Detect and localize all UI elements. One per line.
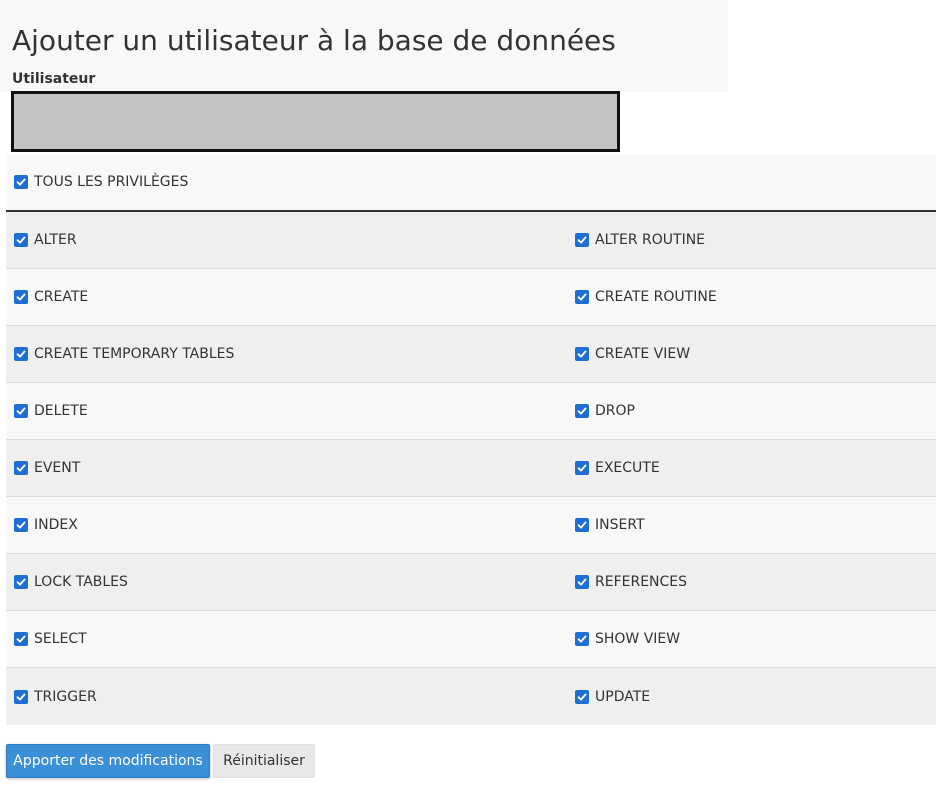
privilege-label: ALTER ROUTINE: [595, 232, 706, 248]
check-icon: [16, 407, 26, 415]
check-icon: [16, 350, 26, 358]
privilege-cell[interactable]: INSERT: [567, 497, 936, 553]
privilege-cell[interactable]: EVENT: [6, 440, 567, 496]
privilege-checkbox[interactable]: [575, 347, 589, 361]
privilege-cell[interactable]: ALTER ROUTINE: [567, 212, 936, 268]
privilege-checkbox[interactable]: [575, 689, 589, 704]
all-privileges-row: TOUS LES PRIVILÈGES: [6, 154, 936, 212]
privilege-cell[interactable]: ALTER: [6, 212, 567, 268]
privilege-checkbox[interactable]: [14, 575, 28, 589]
privilege-label: CREATE TEMPORARY TABLES: [34, 346, 235, 362]
privilege-cell[interactable]: LOCK TABLES: [6, 554, 567, 610]
privilege-row: ALTER ALTER ROUTINE: [6, 212, 936, 269]
privilege-checkbox[interactable]: [575, 632, 589, 646]
user-label: Utilisateur: [12, 71, 96, 87]
privilege-cell[interactable]: SELECT: [6, 611, 567, 667]
privilege-checkbox[interactable]: [14, 404, 28, 418]
privilege-label: EVENT: [34, 460, 81, 476]
privilege-checkbox[interactable]: [575, 404, 589, 418]
check-icon: [16, 293, 26, 301]
privilege-cell[interactable]: CREATE ROUTINE: [567, 269, 936, 325]
privilege-cell[interactable]: TRIGGER: [6, 668, 567, 725]
check-icon: [16, 693, 26, 700]
privilege-label: CREATE: [34, 289, 89, 305]
check-icon: [577, 521, 587, 529]
privilege-checkbox[interactable]: [14, 518, 28, 532]
privilege-row: LOCK TABLES REFERENCES: [6, 554, 936, 611]
apply-changes-button[interactable]: Apporter des modifications: [6, 744, 210, 778]
check-icon: [577, 693, 587, 700]
privilege-label: DELETE: [34, 403, 88, 419]
privilege-checkbox[interactable]: [14, 233, 28, 247]
privilege-cell[interactable]: DELETE: [6, 383, 567, 439]
privilege-label: DROP: [595, 403, 635, 419]
check-icon: [577, 578, 587, 586]
privilege-label: EXECUTE: [595, 460, 660, 476]
privilege-label: UPDATE: [595, 688, 651, 705]
privilege-label: CREATE VIEW: [595, 346, 691, 362]
privilege-checkbox[interactable]: [14, 347, 28, 361]
page-title: Ajouter un utilisateur à la base de donn…: [12, 24, 616, 57]
reset-button[interactable]: Réinitialiser: [213, 744, 315, 778]
privilege-checkbox[interactable]: [575, 290, 589, 304]
privilege-cell[interactable]: CREATE VIEW: [567, 326, 936, 382]
privilege-row: DELETE DROP: [6, 383, 936, 440]
all-privileges-checkbox[interactable]: [14, 175, 28, 189]
privilege-label: INDEX: [34, 517, 78, 533]
check-icon: [16, 578, 26, 586]
privileges-table: TOUS LES PRIVILÈGES ALTER ALTER ROUTINE CR…: [6, 154, 936, 725]
privilege-label: SHOW VIEW: [595, 631, 681, 647]
privilege-label: ALTER: [34, 232, 77, 248]
check-icon: [577, 350, 587, 358]
privilege-cell[interactable]: SHOW VIEW: [567, 611, 936, 667]
privilege-row: TRIGGER UPDATE: [6, 668, 936, 725]
user-select-field[interactable]: [11, 91, 620, 152]
privilege-label: REFERENCES: [595, 574, 688, 590]
privilege-label: TRIGGER: [34, 688, 97, 705]
privilege-label: LOCK TABLES: [34, 574, 128, 590]
privilege-cell[interactable]: CREATE TEMPORARY TABLES: [6, 326, 567, 382]
privilege-checkbox[interactable]: [14, 632, 28, 646]
check-icon: [577, 236, 587, 244]
privilege-cell[interactable]: REFERENCES: [567, 554, 936, 610]
check-icon: [577, 464, 587, 472]
all-privileges-cell[interactable]: TOUS LES PRIVILÈGES: [6, 154, 188, 210]
privilege-row: INDEX INSERT: [6, 497, 936, 554]
privilege-row: SELECT SHOW VIEW: [6, 611, 936, 668]
privilege-rows: ALTER ALTER ROUTINE CREATE CREATE ROUTINE CR…: [6, 212, 936, 725]
check-icon: [577, 635, 587, 643]
privilege-checkbox[interactable]: [575, 518, 589, 532]
privilege-checkbox[interactable]: [14, 290, 28, 304]
check-icon: [577, 293, 587, 301]
all-privileges-label: TOUS LES PRIVILÈGES: [34, 174, 189, 190]
privilege-checkbox[interactable]: [14, 689, 28, 704]
privilege-checkbox[interactable]: [14, 461, 28, 475]
privilege-cell[interactable]: UPDATE: [567, 668, 936, 725]
check-icon: [16, 178, 26, 186]
privilege-checkbox[interactable]: [575, 233, 589, 247]
privilege-checkbox[interactable]: [575, 461, 589, 475]
privilege-label: CREATE ROUTINE: [595, 289, 717, 305]
privilege-row: CREATE TEMPORARY TABLES CREATE VIEW: [6, 326, 936, 383]
privilege-cell[interactable]: EXECUTE: [567, 440, 936, 496]
check-icon: [16, 635, 26, 643]
privilege-label: INSERT: [595, 517, 645, 533]
privilege-label: SELECT: [34, 631, 87, 647]
privilege-cell[interactable]: CREATE: [6, 269, 567, 325]
privilege-cell[interactable]: INDEX: [6, 497, 567, 553]
privilege-row: CREATE CREATE ROUTINE: [6, 269, 936, 326]
privilege-cell[interactable]: DROP: [567, 383, 936, 439]
check-icon: [16, 464, 26, 472]
privilege-checkbox[interactable]: [575, 575, 589, 589]
privilege-row: EVENT EXECUTE: [6, 440, 936, 497]
check-icon: [577, 407, 587, 415]
check-icon: [16, 521, 26, 529]
check-icon: [16, 236, 26, 244]
